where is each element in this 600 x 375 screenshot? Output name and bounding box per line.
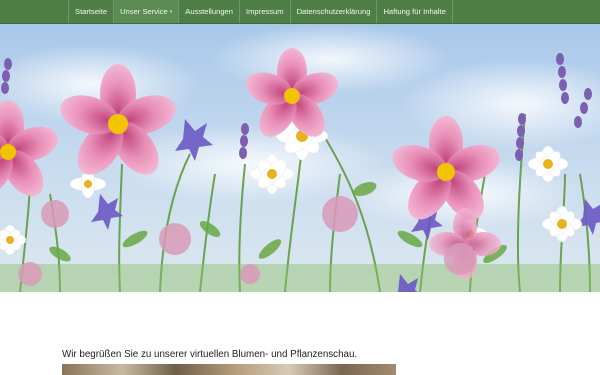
main-navigation: Startseite Unser Service ▾ Ausstellungen… <box>0 0 600 24</box>
exhibition-photo-preview <box>62 364 396 375</box>
nav-item-unser-service[interactable]: Unser Service ▾ <box>114 0 180 23</box>
nav-item-datenschutzerklaerung[interactable]: Datenschutzerklärung <box>291 0 378 23</box>
nav-item-label: Impressum <box>246 6 284 16</box>
nav-item-label: Datenschutzerklärung <box>296 6 371 16</box>
welcome-text: Wir begrüßen Sie zu unserer virtuellen B… <box>62 349 358 360</box>
nav-menu: Startseite Unser Service ▾ Ausstellungen… <box>68 0 453 23</box>
nav-item-label: Haftung für Inhalte <box>383 6 446 16</box>
nav-item-label: Startseite <box>75 6 108 16</box>
nav-item-impressum[interactable]: Impressum <box>240 0 291 23</box>
nav-item-startseite[interactable]: Startseite <box>69 0 115 23</box>
nav-item-ausstellungen[interactable]: Ausstellungen <box>179 0 240 23</box>
caret-down-icon: ▾ <box>169 8 173 15</box>
nav-item-label: Unser Service <box>120 6 168 16</box>
nav-item-label: Ausstellungen <box>185 6 233 16</box>
nav-item-haftung[interactable]: Haftung für Inhalte <box>377 0 453 23</box>
hero-banner-image <box>0 24 600 292</box>
